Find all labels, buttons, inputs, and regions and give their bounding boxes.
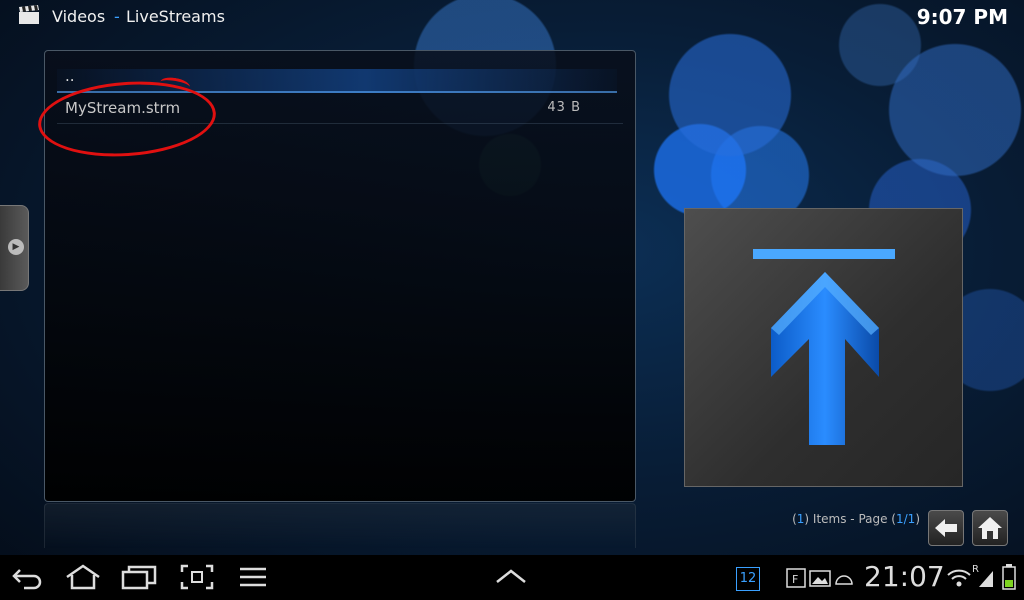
- items-page-info: (1) Items - Page (1/1): [792, 512, 920, 526]
- system-back-icon[interactable]: [10, 564, 44, 590]
- parent-folder-label: ..: [65, 67, 75, 85]
- thumbnail-preview: [684, 208, 963, 487]
- wifi-icon: [947, 569, 971, 587]
- clock: 9:07 PM: [916, 5, 1008, 29]
- svg-text:F: F: [792, 573, 798, 586]
- panel-reflection: [44, 503, 636, 548]
- play-icon: ▶: [8, 239, 24, 255]
- status-notification-icons: F: [786, 568, 853, 588]
- back-arrow-icon: [935, 519, 957, 537]
- screenshot-icon[interactable]: [180, 564, 214, 590]
- battery-icon: [1002, 564, 1016, 590]
- top-bar: Videos - LiveStreams 9:07 PM: [0, 0, 1024, 34]
- menu-icon[interactable]: [238, 564, 268, 590]
- system-bar: 12 F 21:07 R: [0, 555, 1024, 600]
- title-separator: -: [114, 7, 120, 26]
- system-time: 21:07: [864, 560, 945, 593]
- system-home-icon[interactable]: [64, 564, 102, 590]
- side-menu-handle[interactable]: ▶: [0, 205, 29, 291]
- home-button[interactable]: [972, 510, 1008, 546]
- clapperboard-icon: [19, 5, 39, 24]
- page-indicator: 1/1: [896, 512, 916, 526]
- signal-icon: [979, 571, 993, 587]
- file-size: 43 B: [547, 100, 581, 115]
- notification-badge[interactable]: 12: [736, 567, 760, 591]
- page-subtitle: LiveStreams: [126, 7, 225, 26]
- recent-apps-icon[interactable]: [120, 564, 158, 590]
- back-button[interactable]: [928, 510, 964, 546]
- up-arrow-icon: [753, 249, 895, 445]
- chevron-up-icon[interactable]: [495, 568, 527, 584]
- home-icon: [978, 517, 1002, 539]
- page-title: Videos: [52, 7, 106, 26]
